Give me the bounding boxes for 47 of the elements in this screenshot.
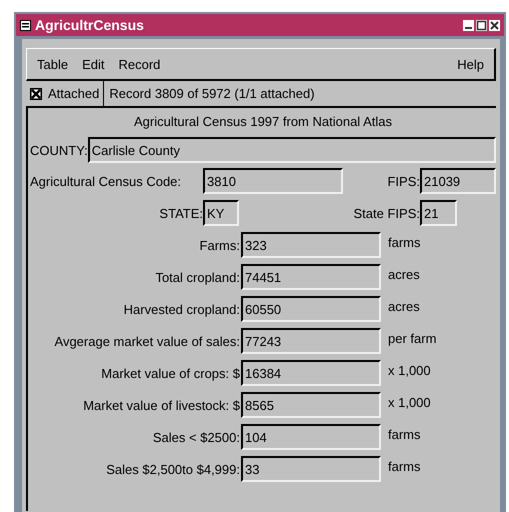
attached-label: Attached [48, 86, 100, 101]
unit-label: per farm [388, 330, 436, 346]
text-field[interactable]: 3810 [203, 168, 343, 194]
field-label: Farms: [198, 238, 240, 252]
text-field[interactable]: Carlisle County [88, 137, 496, 163]
menu-item[interactable]: Record [118, 56, 160, 72]
field-label: Harvested cropland: [122, 302, 240, 316]
unit-label: acres [388, 298, 420, 314]
field-label: Market value of livestock: $ [82, 398, 240, 412]
field-label: FIPS: [386, 174, 420, 188]
text-field[interactable]: 8565 [241, 392, 381, 418]
field-label: Avgerage market value of sales: [54, 334, 240, 348]
unit-label: acres [388, 266, 420, 282]
unit-label: farms [388, 458, 420, 474]
panel-title: Agricultural Census 1997 from National Atlas [133, 113, 393, 131]
close-icon[interactable] [489, 20, 500, 30]
field-label: COUNTY: [30, 142, 88, 158]
menu-item[interactable]: Table [37, 56, 68, 72]
field-label: Sales < $2500: [152, 430, 240, 444]
text-field[interactable]: 60550 [241, 296, 381, 322]
checkbox[interactable] [30, 88, 42, 100]
text-field[interactable]: 77243 [241, 328, 381, 354]
text-field[interactable]: 104 [241, 424, 381, 450]
unit-label: x 1,000 [388, 362, 431, 378]
window-title: AgricultrCensus [35, 17, 145, 33]
maximize-icon[interactable] [476, 20, 487, 30]
field-label: Agricultural Census Code: [30, 174, 182, 188]
text-field[interactable]: 21 [420, 200, 457, 226]
text-field[interactable]: 21039 [420, 168, 496, 194]
field-label: State FIPS: [352, 206, 420, 220]
menu-item[interactable]: Edit [82, 56, 104, 72]
unit-label: x 1,000 [388, 394, 431, 410]
field-label: STATE: [158, 206, 203, 220]
text-field[interactable]: KY [203, 200, 239, 226]
menu-item[interactable]: Help [457, 56, 484, 72]
unit-label: farms [388, 234, 420, 250]
field-label: Market value of crops: $ [100, 366, 240, 380]
record-status: Record 3809 of 5972 (1/1 attached) [108, 86, 315, 101]
field-label: Sales $2,500to $4,999: [105, 462, 240, 476]
unit-label: farms [388, 426, 420, 442]
text-field[interactable]: 33 [241, 456, 381, 482]
window-menu-icon[interactable] [20, 20, 31, 30]
text-field[interactable]: 74451 [241, 264, 381, 290]
text-field[interactable]: 16384 [241, 360, 381, 386]
minimize-icon[interactable] [463, 20, 474, 30]
field-label: Total cropland: [154, 270, 240, 284]
text-field[interactable]: 323 [241, 232, 381, 258]
